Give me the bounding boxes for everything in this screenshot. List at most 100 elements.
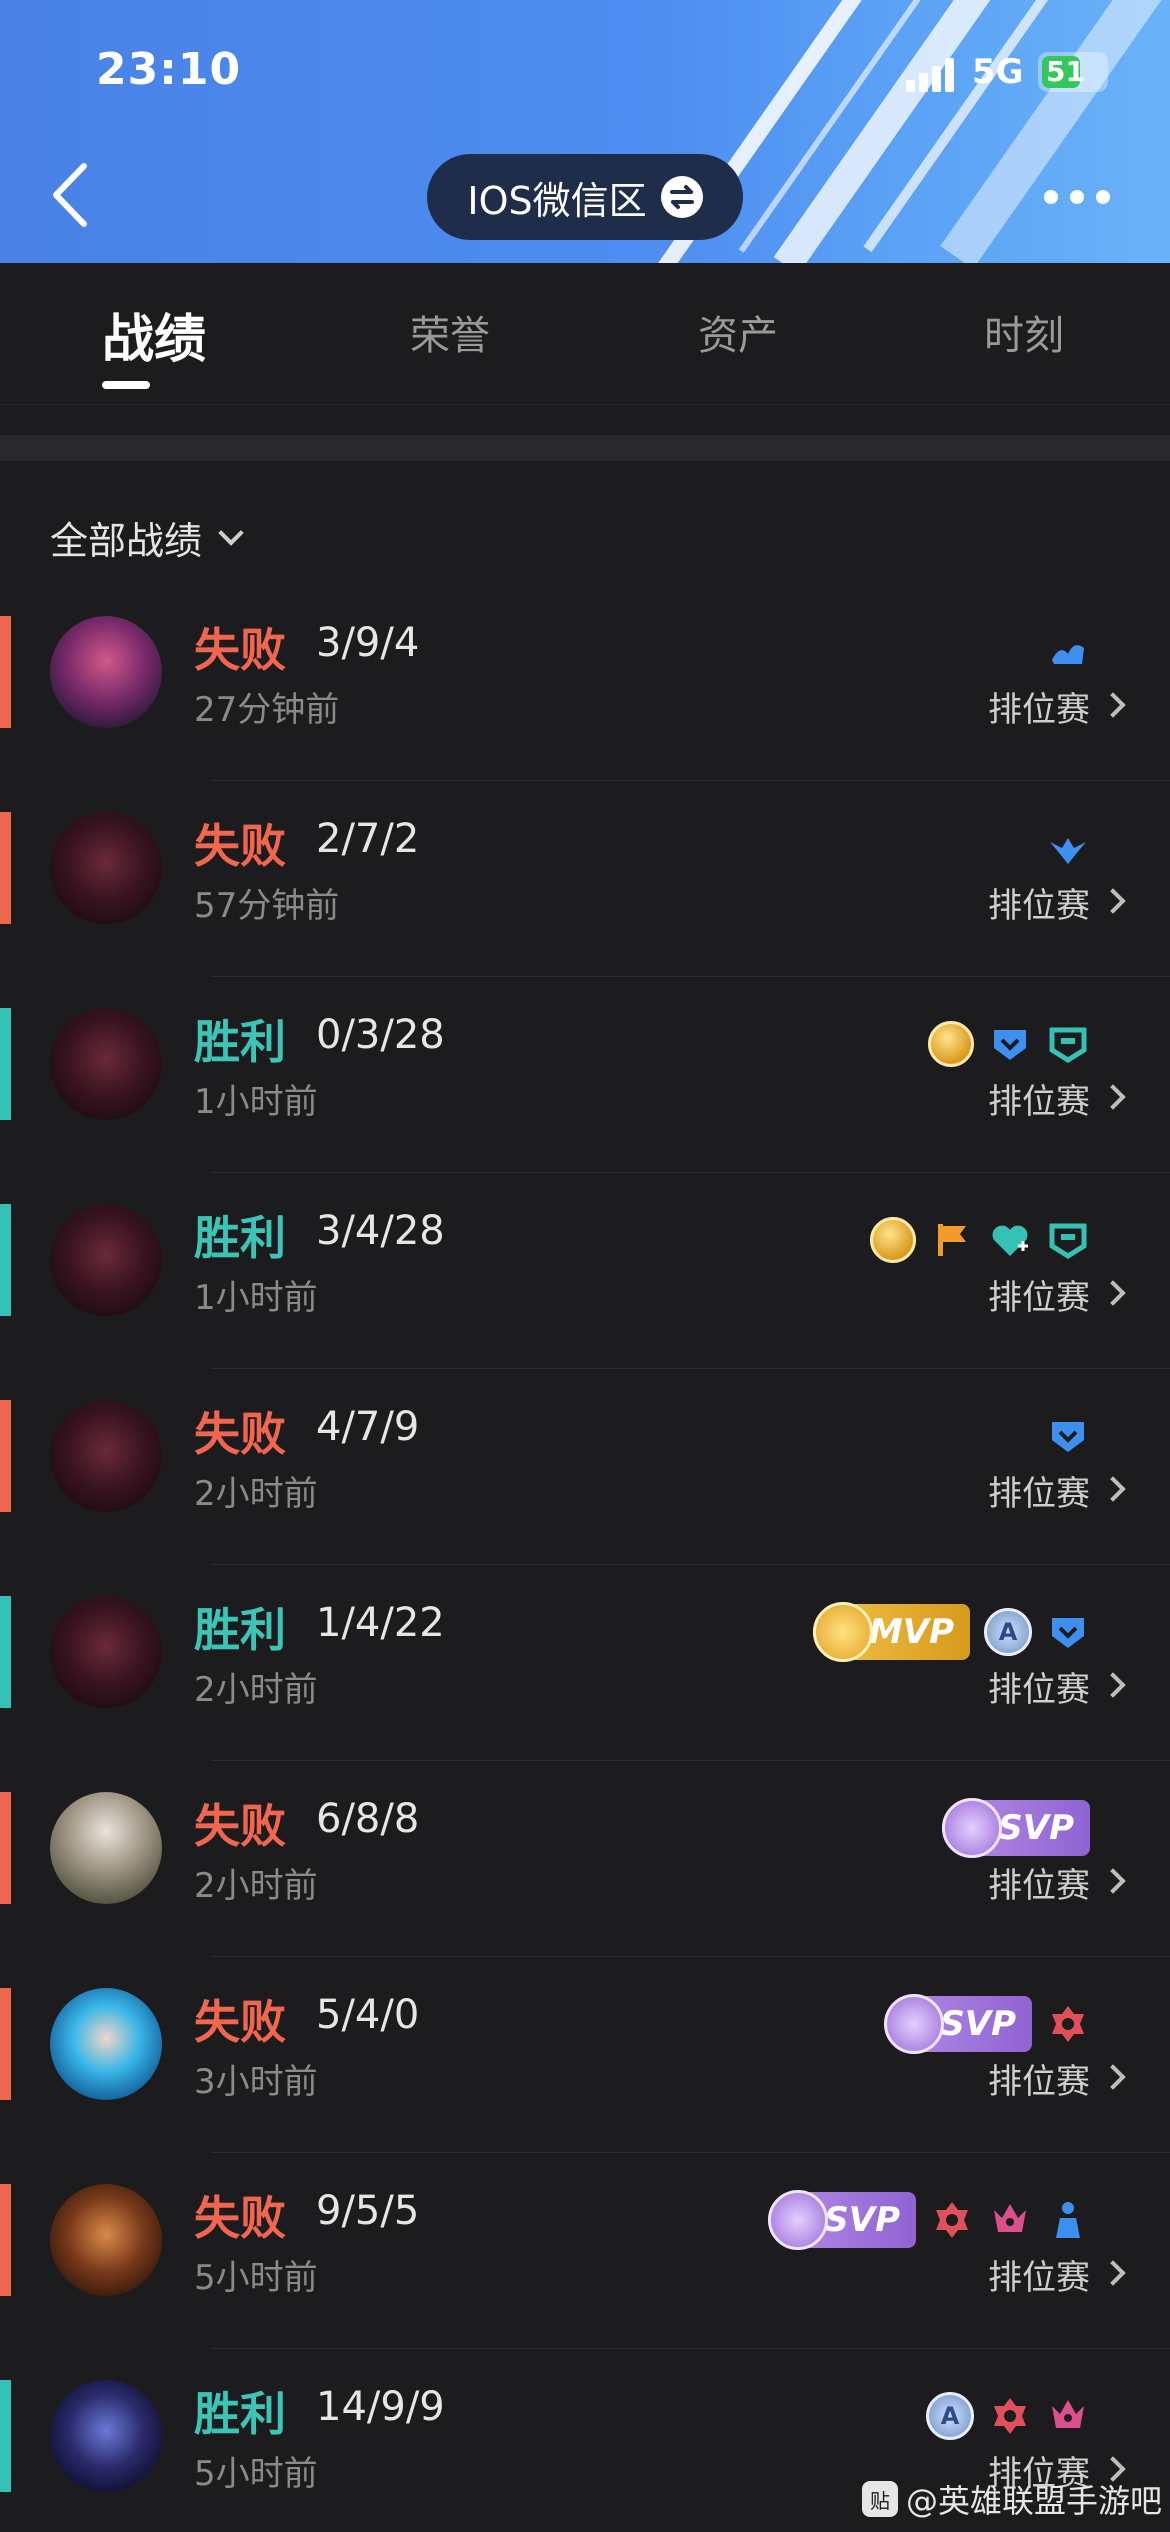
chevron-right-icon [1100, 2064, 1126, 2090]
hero-avatar-dark-beast [50, 1596, 162, 1708]
match-time: 3小时前 [194, 2062, 318, 2102]
result-indicator-bar [0, 616, 11, 728]
match-row[interactable]: 失败 5/4/0 3小时前 排位赛 SVP [0, 1988, 1170, 2184]
teal-shield-icon [1046, 1218, 1090, 1262]
more-dots-icon[interactable] [1044, 190, 1114, 210]
chevron-right-icon [1100, 888, 1126, 914]
match-result: 失败 [194, 1799, 286, 1853]
battery-icon: 51 [1038, 52, 1108, 92]
match-mode: 排位赛 [988, 1474, 1090, 1514]
result-indicator-bar [0, 1792, 11, 1904]
match-row[interactable]: 失败 6/8/8 2小时前 排位赛 SVP [0, 1792, 1170, 1988]
chevron-right-icon [1100, 1280, 1126, 1306]
hero-avatar-dark-beast [50, 1008, 162, 1120]
row-divider [212, 2152, 1170, 2153]
swap-icon [660, 176, 703, 218]
mvp-badge: MVP [812, 1602, 970, 1662]
match-time: 1小时前 [194, 1082, 318, 1122]
region-label: IOS微信区 [467, 178, 647, 223]
tab-record[interactable]: 战绩 [102, 297, 206, 372]
a-rank-badge: A [984, 1608, 1032, 1656]
match-time: 2小时前 [194, 1866, 318, 1906]
row-divider [212, 1172, 1170, 1173]
pink-crown-icon [1046, 2394, 1090, 2438]
medal-icon [942, 1798, 1003, 1858]
match-row[interactable]: 胜利 3/4/28 1小时前 排位赛 [0, 1204, 1170, 1400]
match-badges [1046, 622, 1090, 682]
match-mode: 排位赛 [988, 2258, 1090, 2298]
row-divider [212, 2348, 1170, 2349]
match-result: 失败 [194, 623, 286, 677]
match-kda: 4/7/9 [316, 1404, 420, 1450]
record-filter-dropdown[interactable]: 全部战绩 [50, 510, 244, 565]
hero-avatar-red-mask [50, 616, 162, 728]
tab-active-indicator [102, 381, 150, 389]
region-switch-button[interactable]: IOS微信区 [427, 154, 743, 240]
match-result: 失败 [194, 819, 286, 873]
match-mode: 排位赛 [988, 1082, 1090, 1122]
header-decoration [940, 0, 1170, 263]
row-divider [212, 780, 1170, 781]
match-row[interactable]: 失败 9/5/5 5小时前 排位赛 SVP [0, 2184, 1170, 2380]
result-indicator-bar [0, 2380, 11, 2492]
match-result: 胜利 [194, 2387, 286, 2441]
row-divider [212, 1760, 1170, 1761]
row-divider [212, 1368, 1170, 1369]
match-badges: SVP [884, 1994, 1090, 2054]
match-row[interactable]: 胜利 1/4/22 2小时前 排位赛 MVP A [0, 1596, 1170, 1792]
red-crest-icon [1046, 2002, 1090, 2046]
match-badges [1046, 818, 1090, 878]
match-result: 胜利 [194, 1015, 286, 1069]
badge-text: MVP [868, 1612, 954, 1652]
badge-text: SVP [824, 2200, 900, 2240]
match-kda: 14/9/9 [316, 2384, 445, 2430]
top-header: 23:10 5G 51 IOS微信区 [0, 0, 1170, 263]
tab-moments[interactable]: 时刻 [984, 303, 1064, 361]
match-badges: A [926, 2386, 1090, 2446]
watermark: 贴 @英雄联盟手游吧 [862, 2476, 1162, 2522]
chevron-right-icon [1100, 2260, 1126, 2286]
svp-badge: SVP [942, 1798, 1090, 1858]
match-badges [928, 1014, 1090, 1074]
match-row[interactable]: 失败 3/9/4 27分钟前 排位赛 [0, 616, 1170, 812]
orange-flag-icon [930, 1218, 974, 1262]
match-badges: SVP [942, 1798, 1090, 1858]
match-time: 5小时前 [194, 2454, 318, 2494]
a-rank-badge: A [926, 2392, 974, 2440]
match-row[interactable]: 胜利 0/3/28 1小时前 排位赛 [0, 1008, 1170, 1204]
result-indicator-bar [0, 812, 11, 924]
section-divider [0, 435, 1170, 461]
match-badges: MVP A [812, 1602, 1090, 1662]
signal-icon [906, 58, 958, 92]
blue-shield-tag-icon [1046, 1610, 1090, 1654]
hero-avatar-dark-beast [50, 812, 162, 924]
hero-avatar-dark-beast [50, 1400, 162, 1512]
tab-assets[interactable]: 资产 [698, 303, 778, 361]
blue-shield-tag-icon [988, 1022, 1032, 1066]
match-time: 2小时前 [194, 1474, 318, 1514]
chevron-down-icon [218, 519, 244, 546]
gold-coin-icon [928, 1021, 974, 1067]
match-mode: 排位赛 [988, 690, 1090, 730]
chevron-left-icon[interactable] [48, 160, 98, 230]
teal-heart-icon [988, 1218, 1032, 1262]
red-crest-icon [930, 2198, 974, 2242]
watermark-logo: 贴 [862, 2481, 898, 2517]
match-kda: 3/4/28 [316, 1208, 445, 1254]
result-indicator-bar [0, 1008, 11, 1120]
result-indicator-bar [0, 1204, 11, 1316]
match-time: 5小时前 [194, 2258, 318, 2298]
tab-bar: 战绩 荣誉 资产 时刻 [0, 263, 1170, 405]
match-row[interactable]: 失败 2/7/2 57分钟前 排位赛 [0, 812, 1170, 1008]
match-kda: 0/3/28 [316, 1012, 445, 1058]
blue-bird-icon [1046, 826, 1090, 870]
row-divider [212, 1956, 1170, 1957]
match-mode: 排位赛 [988, 2062, 1090, 2102]
red-crest-icon [988, 2394, 1032, 2438]
hero-avatar-blue-hair [50, 1988, 162, 2100]
match-result: 失败 [194, 1407, 286, 1461]
match-badges: SVP [768, 2190, 1090, 2250]
match-row[interactable]: 失败 4/7/9 2小时前 排位赛 [0, 1400, 1170, 1596]
tab-honor[interactable]: 荣誉 [410, 303, 490, 361]
match-result: 失败 [194, 2191, 286, 2245]
